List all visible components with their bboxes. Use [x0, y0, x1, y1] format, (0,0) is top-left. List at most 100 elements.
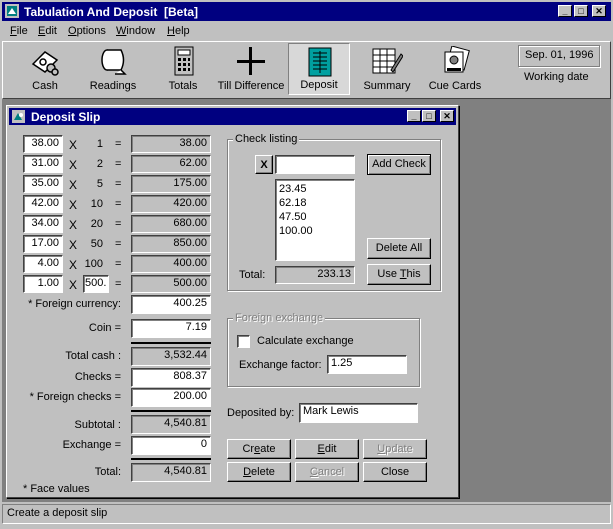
foreign-checks-input[interactable]: 200.00 [131, 388, 211, 407]
status-bar: Create a deposit slip [2, 504, 611, 524]
times-sign: X [69, 178, 78, 192]
delete-button[interactable]: Delete [227, 462, 291, 482]
deposit-slip-icon[interactable] [12, 110, 25, 123]
deposit-minimize-button[interactable]: _ [407, 110, 421, 122]
app-title: Tabulation And Deposit [Beta] [24, 5, 198, 19]
equals-sign: = [115, 198, 122, 210]
foreign-currency-label: * Foreign currency: [28, 298, 121, 310]
edit-button[interactable]: Edit [295, 439, 359, 459]
equals-sign: = [115, 278, 122, 290]
summary-icon [372, 48, 403, 74]
times-sign: X [69, 278, 78, 292]
toolbar: Cash Readings Totals Till Difference Dep… [2, 41, 611, 99]
minimize-button[interactable]: _ [558, 5, 572, 17]
check-list-item[interactable]: 47.50 [279, 210, 351, 224]
denomination-total-value: 175.00 [131, 175, 211, 193]
menu-options[interactable]: Options [68, 25, 106, 37]
calculate-exchange-checkbox[interactable] [237, 335, 250, 348]
use-this-button[interactable]: Use This [367, 264, 431, 285]
check-listing-label: Check listing [233, 133, 300, 145]
cue-cards-icon [444, 46, 470, 73]
toolbar-cash-button[interactable]: Cash [15, 43, 75, 95]
exchange-input[interactable]: 0 [131, 436, 211, 455]
readings-icon [101, 49, 127, 75]
plus-icon [237, 47, 265, 75]
calculator-icon [174, 46, 194, 76]
denomination-value: 20 [90, 218, 103, 230]
denomination-count-input[interactable]: 17.00 [23, 235, 63, 253]
add-check-button[interactable]: Add Check [367, 154, 431, 175]
total-cash-value: 3,532.44 [131, 347, 211, 366]
toolbar-summary-button[interactable]: Summary [357, 43, 417, 95]
check-list-item[interactable]: 62.18 [279, 196, 351, 210]
foreign-exchange-group [227, 318, 420, 387]
equals-sign: = [115, 218, 122, 230]
check-list[interactable]: 23.45 62.18 47.50 100.00 [275, 179, 355, 261]
maximize-button[interactable]: □ [574, 5, 588, 17]
check-amount-input[interactable] [275, 155, 355, 174]
deposit-slip-window: Deposit Slip _ □ ✕ 38.00 X 1 = 38.00 31.00 X 2 =… [6, 105, 459, 498]
app-title-bar[interactable]: Tabulation And Deposit [Beta] _ □ ✕ [2, 2, 611, 21]
denomination-total-value: 420.00 [131, 195, 211, 213]
deposited-by-input[interactable]: Mark Lewis [299, 403, 418, 423]
toolbar-cue-cards-button[interactable]: Cue Cards [423, 43, 487, 95]
check-list-item[interactable]: 23.45 [279, 182, 351, 196]
check-total-value: 233.13 [275, 266, 355, 284]
denomination-value-input[interactable]: 500. [83, 275, 109, 293]
foreign-currency-input[interactable]: 400.25 [131, 295, 211, 314]
deposit-icon [308, 47, 332, 77]
add-check-label: Add Check [372, 158, 426, 170]
equals-sign: = [115, 238, 122, 250]
exchange-factor-label: Exchange factor: [239, 359, 322, 371]
cancel-button[interactable]: Cancel [295, 462, 359, 482]
coin-input[interactable]: 7.19 [131, 319, 211, 338]
denomination-total-value: 62.00 [131, 155, 211, 173]
deposit-maximize-button[interactable]: □ [422, 110, 436, 122]
cash-icon [31, 51, 59, 76]
denomination-total-value: 850.00 [131, 235, 211, 253]
clear-check-button[interactable]: X [255, 155, 273, 174]
denomination-total-value: 500.00 [131, 275, 211, 293]
denomination-value: 10 [90, 198, 103, 210]
working-date-label: Working date [524, 71, 589, 83]
menu-help[interactable]: Help [167, 25, 190, 37]
exchange-factor-input[interactable]: 1.25 [327, 355, 407, 374]
close-button[interactable]: ✕ [592, 5, 606, 17]
deposit-slip-title-bar[interactable]: Deposit Slip _ □ ✕ [9, 108, 456, 125]
app-icon[interactable] [5, 4, 19, 18]
toolbar-deposit-button[interactable]: Deposit [288, 43, 350, 95]
times-sign: X [69, 238, 78, 252]
times-sign: X [69, 258, 78, 272]
equals-sign: = [115, 138, 122, 150]
check-list-item[interactable]: 100.00 [279, 224, 351, 238]
calculate-exchange-label[interactable]: Calculate exchange [257, 335, 354, 347]
denomination-count-input[interactable]: 42.00 [23, 195, 63, 213]
toolbar-till-difference-button[interactable]: Till Difference [215, 43, 287, 95]
denomination-count-input[interactable]: 34.00 [23, 215, 63, 233]
create-button[interactable]: Create [227, 439, 291, 459]
deposit-slip-title: Deposit Slip [31, 110, 101, 124]
denomination-count-input[interactable]: 31.00 [23, 155, 63, 173]
check-total-label: Total: [239, 269, 266, 281]
menu-window[interactable]: Window [116, 25, 155, 37]
subtotal-label: Subtotal : [74, 419, 121, 431]
coin-label: Coin = [88, 322, 121, 334]
denomination-total-value: 680.00 [131, 215, 211, 233]
delete-all-button[interactable]: Delete All [367, 238, 431, 259]
toolbar-readings-button[interactable]: Readings [83, 43, 143, 95]
denomination-count-input[interactable]: 35.00 [23, 175, 63, 193]
denomination-count-input[interactable]: 1.00 [23, 275, 63, 293]
denomination-count-input[interactable]: 4.00 [23, 255, 63, 273]
menu-file[interactable]: File [10, 25, 28, 37]
menu-bar: File Edit Options Window Help [2, 22, 611, 40]
subtotal-value: 4,540.81 [131, 415, 211, 434]
times-sign: X [69, 158, 78, 172]
checks-input[interactable]: 808.37 [131, 368, 211, 387]
denomination-value: 5 [96, 178, 103, 190]
denomination-count-input[interactable]: 38.00 [23, 135, 63, 153]
update-button[interactable]: Update [363, 439, 427, 459]
deposit-close-button[interactable]: ✕ [440, 110, 454, 122]
menu-edit[interactable]: Edit [38, 25, 57, 37]
toolbar-totals-button[interactable]: Totals [153, 43, 213, 95]
close-slip-button[interactable]: Close [363, 462, 427, 482]
